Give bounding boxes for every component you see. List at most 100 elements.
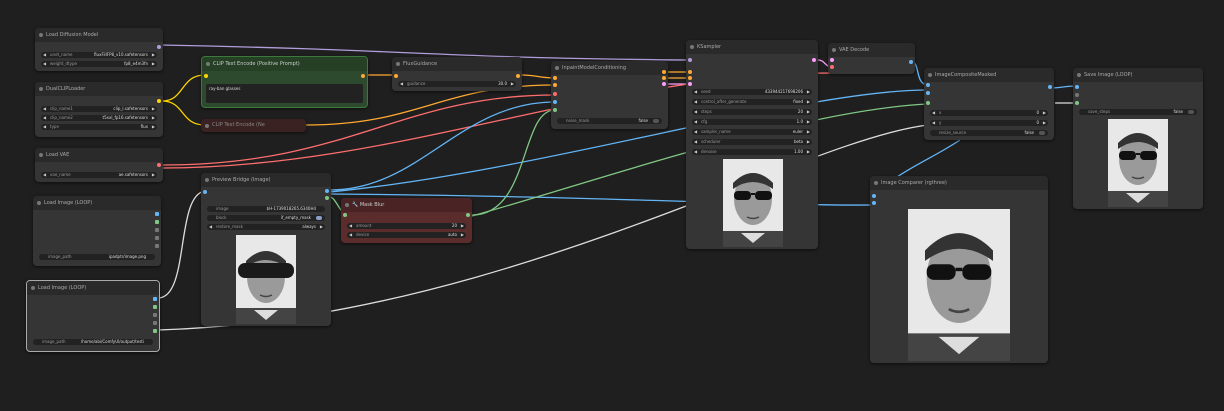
guidance-widget[interactable]: ◀ guidance 30.0 ▶ [398,81,516,87]
noise-mask-widget[interactable]: noise_mask false [557,118,662,124]
node-load-image-loop-2[interactable]: Load Image (LOOP) image_path/home/abi/Co… [26,280,160,352]
sampler-name-widget[interactable]: ◀ sampler_name euler ▶ [692,129,812,135]
node-title[interactable]: Save Image (LOOP) [1073,68,1203,82]
conditioning-input-slot[interactable] [394,74,398,78]
image-path-widget[interactable]: image_path ipadptr/image.png [39,254,155,260]
negative-input-slot[interactable] [553,83,557,87]
mask-output-slot[interactable] [325,196,329,200]
clip-name1-widget[interactable]: ◀ clip_name1 clip_l.safetensors ▶ [41,106,157,112]
node-title[interactable]: CLIP Text Encode (Ne [201,119,306,132]
output-slot[interactable] [155,244,159,248]
mask-input-slot[interactable] [926,101,930,105]
destination-input-slot[interactable] [926,83,930,87]
vae-input-slot[interactable] [830,65,834,69]
node-title[interactable]: KSampler [686,40,818,54]
clip-name2-widget[interactable]: ◀ clip_name2 t5xxl_fp16.safetensors ▶ [41,115,157,121]
output-slot[interactable] [155,236,159,240]
mask-input-slot[interactable] [343,213,347,217]
conditioning-output-slot[interactable] [361,74,365,78]
node-title[interactable]: Load Image (LOOP) [27,281,159,295]
image-widget[interactable]: image $H-1739018265.6340H4 [207,206,325,212]
output-slot[interactable] [153,329,157,333]
pixels-input-slot[interactable] [553,100,557,104]
image-output-slot[interactable] [1048,85,1052,89]
toggle-icon[interactable] [1039,131,1045,135]
node-clip-text-encode-positive[interactable]: CLIP Text Encode (Positive Prompt) ray-b… [201,56,368,108]
output-slot[interactable] [155,228,159,232]
block-widget[interactable]: block if_empty_mask [207,215,325,221]
node-load-diffusion-model[interactable]: Load Diffusion Model ◀ unet_name fluxFillF… [35,28,163,71]
clip-output-slot[interactable] [157,99,161,103]
image-path-widget[interactable]: image_path/home/abi/ComfyUI/output/testi [33,339,153,345]
node-inpaint-model-conditioning[interactable]: InpaintModelConditioning noise_mask false [551,61,668,129]
cfg-widget[interactable]: ◀ cfg 1.0 ▶ [692,119,812,125]
node-save-image-loop[interactable]: Save Image (LOOP) save_steps false [1073,68,1203,209]
negative-input-slot[interactable] [688,76,692,80]
image-a-input-slot[interactable] [872,194,876,198]
node-dual-clip-loader[interactable]: DualCLIPLoader ◀ clip_name1 clip_l.safeten… [35,82,163,137]
input-slot[interactable] [1075,93,1079,97]
node-title[interactable]: VAE Decode [828,43,915,57]
node-load-vae[interactable]: Load VAE ◀ vae_name ae.safetensors ▶ [35,148,163,182]
save-steps-widget[interactable]: save_steps false [1079,109,1197,115]
model-input-slot[interactable] [688,58,692,62]
image-output-slot[interactable] [909,60,913,64]
output-slot[interactable] [153,313,157,317]
steps-widget[interactable]: ◀ steps 20 ▶ [692,109,812,115]
node-title[interactable]: Image Comparer (rgthree) [870,176,1048,190]
amount-widget[interactable]: ◀ amount 20 ▶ [347,223,466,229]
node-ksampler[interactable]: KSampler ◀ seed 433944217698206 ▶ ◀ control_… [686,40,818,249]
vae-output-slot[interactable] [157,163,161,167]
node-title[interactable]: ImageCompositeMasked [924,68,1054,82]
conditioning-output-slot[interactable] [516,74,520,78]
node-image-comparer[interactable]: Image Comparer (rgthree) [870,176,1048,363]
clip-input-slot[interactable] [204,74,208,78]
image-output-slot[interactable] [153,297,157,301]
mask-output-slot[interactable] [155,220,159,224]
latent-input-slot[interactable] [688,82,692,86]
images-input-slot[interactable] [203,190,207,194]
scheduler-widget[interactable]: ◀ scheduler beta ▶ [692,139,812,145]
node-load-image-loop-1[interactable]: Load Image (LOOP) image_path ipadptr/imag… [33,196,161,266]
seed-widget[interactable]: ◀ seed 433944217698206 ▶ [692,89,812,95]
weight-dtype-widget[interactable]: ◀ weight_dtype fp8_e4m3fn ▶ [41,61,157,67]
toggle-icon[interactable] [316,216,322,220]
node-title[interactable]: 🔧 Mask Blur [341,198,472,212]
node-clip-text-encode-negative[interactable]: CLIP Text Encode (Ne [201,119,306,132]
toggle-icon[interactable] [653,119,659,123]
node-mask-blur[interactable]: 🔧 Mask Blur ◀ amount 20 ▶ ◀ device auto ▶ [341,198,472,243]
image-output-slot[interactable] [155,212,159,216]
images-input-slot[interactable] [1075,85,1079,89]
input-slot[interactable] [1075,101,1079,105]
source-input-slot[interactable] [926,91,930,95]
restore-mask-widget[interactable]: ◀ restore_mask always ▶ [207,224,325,230]
device-widget[interactable]: ◀ device auto ▶ [347,232,466,238]
type-widget[interactable]: ◀ type flux ▶ [41,124,157,130]
node-title[interactable]: Preview Bridge (Image) [201,173,331,187]
node-image-composite-masked[interactable]: ImageCompositeMasked ◀ x 0 ▶ ◀ y 0 ▶ resize_so… [924,68,1054,140]
mask-input-slot[interactable] [553,108,557,112]
vae-input-slot[interactable] [553,92,557,96]
positive-input-slot[interactable] [553,76,557,80]
node-title[interactable]: Load Diffusion Model [35,28,163,42]
positive-input-slot[interactable] [688,70,692,74]
toggle-icon[interactable] [1188,110,1194,114]
negative-output-slot[interactable] [662,76,666,80]
node-preview-bridge[interactable]: Preview Bridge (Image) image $H-173901826… [201,173,331,326]
node-title[interactable]: CLIP Text Encode (Positive Prompt) [202,57,367,71]
resize-source-widget[interactable]: resize_source false [930,130,1048,136]
model-output-slot[interactable] [157,45,161,49]
denoise-widget[interactable]: ◀ denoise 1.00 ▶ [692,149,812,155]
samples-input-slot[interactable] [830,58,834,62]
control-after-generate-widget[interactable]: ◀ control_after_generate fixed ▶ [692,99,812,105]
mask-output-slot[interactable] [466,213,470,217]
mask-output-slot[interactable] [153,305,157,309]
x-widget[interactable]: ◀ x 0 ▶ [930,110,1048,116]
vae-name-widget[interactable]: ◀ vae_name ae.safetensors ▶ [41,172,157,178]
images-output-slot[interactable] [325,189,329,193]
node-title[interactable]: DualCLIPLoader [35,82,163,96]
latent-output-slot[interactable] [662,82,666,86]
node-title[interactable]: InpaintModelConditioning [551,61,668,75]
output-slot[interactable] [153,321,157,325]
node-flux-guidance[interactable]: FluxGuidance ◀ guidance 30.0 ▶ [392,57,522,91]
